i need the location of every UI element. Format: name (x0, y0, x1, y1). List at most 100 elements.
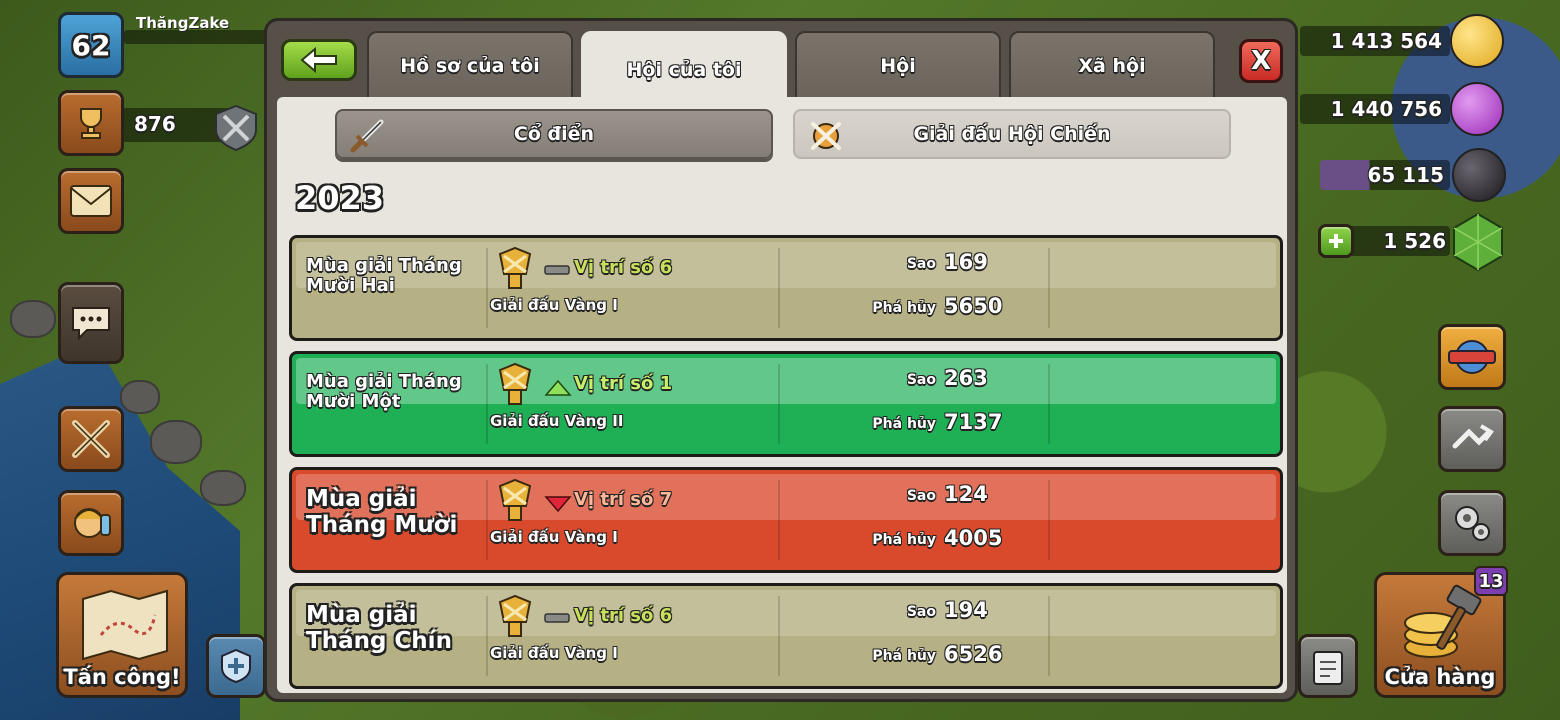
close-icon: X (1250, 46, 1272, 76)
rock (200, 470, 246, 506)
stars-value: 194 (944, 598, 988, 622)
rock (150, 420, 202, 464)
tab-label: Hồ sơ của tôi (400, 55, 540, 77)
year-heading: 2023 (295, 179, 385, 217)
stars-label: Sao (906, 604, 936, 620)
rank-same-icon (544, 613, 570, 623)
cwl-button[interactable]: Giải đấu Hội Chiến (793, 109, 1231, 159)
season-name: Mùa giải Tháng Mười Một (306, 371, 462, 412)
rank-text: Vị trí số 6 (574, 605, 673, 626)
trophy-count: 876 (134, 112, 176, 136)
sword-icon (350, 119, 384, 153)
destruction-value: 5650 (944, 294, 1003, 318)
clan-war-league-history: Cổ điển Giải đấu Hội Chiến 2023 Mùa giải… (277, 97, 1287, 693)
rank-text: Vị trí số 6 (574, 257, 673, 278)
xp-bar (124, 30, 274, 44)
gold-league-icon (498, 478, 532, 521)
builder-base-button[interactable] (1438, 406, 1506, 472)
tab-label: Hội của tôi (626, 59, 742, 81)
shop-badge: 13 (1474, 566, 1508, 596)
destruction-value: 6526 (944, 642, 1003, 666)
player-name: ThăngZake (136, 14, 230, 32)
season-card[interactable]: Mùa giải Tháng Chín Vị trí số 6 Giải đấu… (289, 583, 1283, 689)
shop-label: Cửa hàng (1384, 665, 1496, 689)
destruction-label: Phá hủy (872, 300, 936, 316)
rank-up-icon (544, 379, 572, 396)
army-button[interactable] (58, 490, 124, 556)
mail-icon (70, 185, 112, 217)
events-button[interactable] (1438, 324, 1506, 390)
stars-value: 263 (944, 366, 988, 390)
rank-text: Vị trí số 7 (574, 489, 673, 510)
season-name: Mùa giải Tháng Chín (306, 602, 452, 654)
crossed-swords-icon (72, 420, 110, 458)
league-name: Giải đấu Vàng II (490, 412, 624, 430)
chat-icon (72, 307, 110, 341)
stars-label: Sao (906, 256, 936, 272)
league-name: Giải đấu Vàng I (490, 296, 618, 314)
elixir-amount: 1 440 756 (1330, 97, 1442, 121)
attack-label: Tấn công! (63, 665, 181, 689)
tasks-button[interactable] (1298, 634, 1358, 698)
tab-my-profile[interactable]: Hồ sơ của tôi (367, 31, 573, 101)
rank-down-icon (544, 496, 572, 513)
destruction-value: 4005 (944, 526, 1003, 550)
heal-button[interactable] (206, 634, 266, 698)
chat-button[interactable] (58, 282, 124, 364)
tab-label: Xã hội (1078, 55, 1146, 77)
trophy-icon (80, 108, 102, 139)
stars-label: Sao (906, 488, 936, 504)
boat-arrow-icon (1452, 424, 1494, 449)
arrow-left-icon (300, 47, 337, 73)
dark-elixir-icon (1452, 148, 1506, 202)
league-name: Giải đấu Vàng I (490, 644, 618, 662)
season-card[interactable]: Mùa giải Tháng Mười Một Vị trí số 1 Giải… (289, 351, 1283, 457)
clipboard-icon (1313, 651, 1343, 685)
map-icon (82, 589, 168, 661)
mail-button[interactable] (58, 168, 124, 234)
clan-war-button[interactable] (58, 406, 124, 472)
rank-text: Vị trí số 1 (574, 373, 673, 394)
cwl-swords-icon (811, 122, 841, 150)
gems-amount: 1 526 (1383, 229, 1446, 253)
gold-amount: 1 413 564 (1330, 29, 1442, 53)
gears-icon (1455, 506, 1490, 541)
close-button[interactable]: X (1239, 39, 1283, 83)
stars-label: Sao (906, 372, 936, 388)
destruction-label: Phá hủy (872, 532, 936, 548)
attack-button[interactable]: Tấn công! (56, 572, 188, 698)
rock (10, 300, 56, 338)
globe-banner-icon (1448, 340, 1496, 374)
gold-league-icon (498, 594, 532, 637)
settings-button[interactable] (1438, 490, 1506, 556)
destruction-value: 7137 (944, 410, 1003, 434)
stars-value: 169 (944, 250, 988, 274)
gold-league-icon (498, 246, 532, 289)
tab-label: Hội (880, 55, 916, 77)
back-button[interactable] (281, 39, 357, 81)
trophy-button[interactable] (58, 90, 124, 156)
gem-icon (1453, 212, 1503, 272)
stars-value: 124 (944, 482, 988, 506)
plus-icon (1329, 234, 1343, 248)
level-value: 62 (71, 28, 111, 62)
dark-elixir-amount: 65 115 (1367, 163, 1444, 187)
tab-social[interactable]: Xã hội (1009, 31, 1215, 101)
season-name: Mùa giải Tháng Mười (306, 486, 458, 538)
classic-wars-button[interactable]: Cổ điển (335, 109, 773, 159)
rock (120, 380, 160, 414)
rank-same-icon (544, 265, 570, 275)
league-name: Giải đấu Vàng I (490, 528, 618, 546)
season-card[interactable]: Mùa giải Tháng Mười Vị trí số 7 Giải đấu… (289, 467, 1283, 573)
gold-icon (1450, 14, 1504, 68)
season-name: Mùa giải Tháng Mười Hai (306, 255, 462, 296)
destruction-label: Phá hủy (872, 648, 936, 664)
profile-panel: Hồ sơ của tôi Hội của tôi Hội Xã hội X C… (264, 18, 1298, 702)
barbarian-icon (74, 508, 111, 538)
level-badge[interactable]: 62 (58, 12, 124, 78)
add-gems-button[interactable] (1318, 224, 1354, 258)
tab-clans[interactable]: Hội (795, 31, 1001, 101)
cwl-label: Giải đấu Hội Chiến (913, 123, 1111, 145)
season-card[interactable]: Mùa giải Tháng Mười Hai Vị trí số 6 Giải… (289, 235, 1283, 341)
destruction-label: Phá hủy (872, 416, 936, 432)
